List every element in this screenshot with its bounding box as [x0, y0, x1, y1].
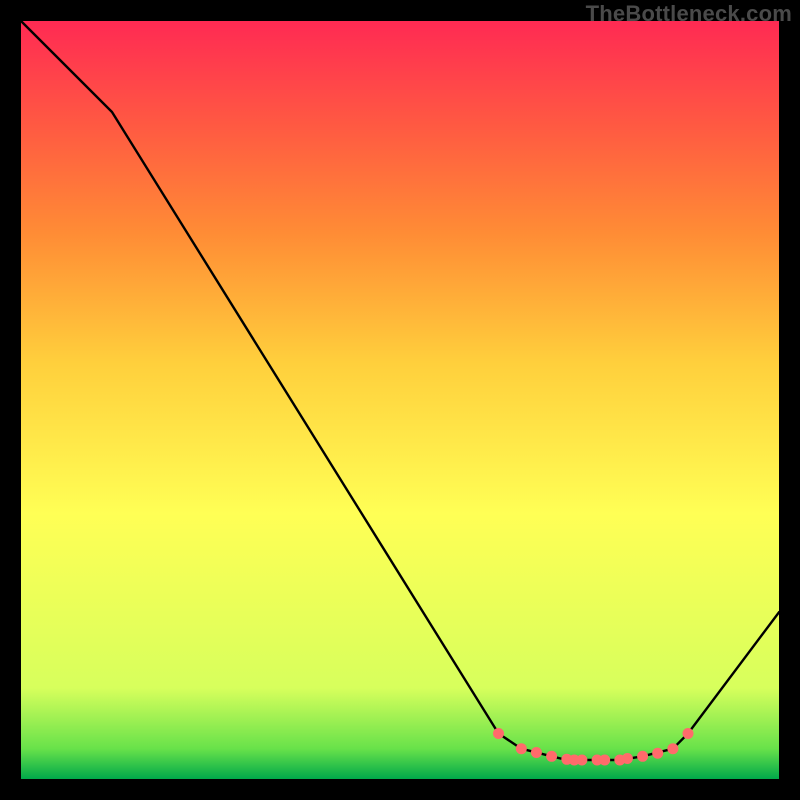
data-marker: [622, 753, 633, 764]
watermark-text: TheBottleneck.com: [586, 1, 792, 27]
bottleneck-curve-line: [21, 21, 779, 760]
chart-frame: TheBottleneck.com: [0, 0, 800, 800]
data-marker: [667, 743, 678, 754]
data-marker: [683, 728, 694, 739]
data-marker: [637, 751, 648, 762]
data-marker: [576, 755, 587, 766]
data-marker: [546, 751, 557, 762]
data-marker: [599, 755, 610, 766]
data-marker: [516, 743, 527, 754]
data-marker: [652, 748, 663, 759]
data-marker: [493, 728, 504, 739]
data-marker: [531, 747, 542, 758]
chart-svg: [21, 21, 779, 779]
marker-group: [493, 728, 694, 766]
gradient-plot-area: [21, 21, 779, 779]
